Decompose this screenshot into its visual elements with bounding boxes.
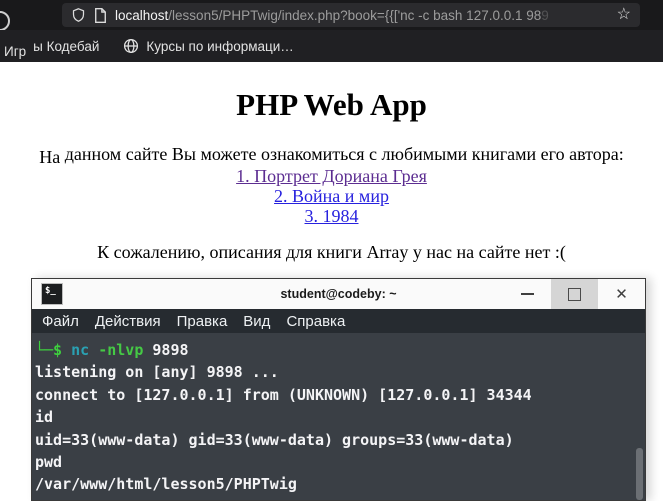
bookmark-label-part2: ы Кодебай — [33, 38, 100, 54]
globe-icon — [124, 38, 139, 54]
terminal-menubar: Файл Действия Правка Вид Справка — [32, 309, 645, 333]
screenshot-root: localhost/lesson5/PHPTwig/index.php?book… — [0, 0, 663, 501]
clipped-toolbar-icon — [0, 11, 10, 31]
intro-text-part1: На — [39, 147, 61, 167]
command-port: 9898 — [152, 341, 189, 359]
book-link-2[interactable]: 2. Война и мир — [0, 186, 663, 206]
bookmark-label: Курсы по информаци… — [146, 38, 294, 54]
terminal-line: /var/www/html/lesson5/PHPTwig — [35, 475, 297, 494]
book-link-1[interactable]: 1. Портрет Дориана Грея — [0, 166, 663, 186]
bookmark-label-part1: Игр — [4, 43, 27, 59]
terminal-titlebar[interactable]: $_ student@codeby: ~ ✕ — [32, 279, 645, 309]
terminal-line: connect to [127.0.0.1] from (UNKNOWN) [1… — [35, 385, 532, 404]
page-info-icon[interactable] — [94, 7, 107, 23]
terminal-app-icon: $_ — [41, 283, 63, 305]
terminal-scrollbar-thumb[interactable] — [636, 448, 643, 500]
terminal-window: $_ student@codeby: ~ ✕ Файл Действия Пра… — [31, 278, 646, 501]
bookmark-item-kodebay[interactable]: Игр ы Кодебай — [4, 38, 100, 59]
browser-toolbar: localhost/lesson5/PHPTwig/index.php?book… — [0, 0, 663, 31]
book-link-list: 1. Портрет Дориана Грея 2. Война и мир 3… — [0, 166, 663, 226]
menu-view[interactable]: Вид — [243, 313, 270, 330]
terminal-line: id — [35, 408, 54, 427]
page-title: PHP Web App — [236, 87, 427, 122]
terminal-line: pwd — [35, 453, 63, 472]
terminal-line: listening on [any] 9898 ... — [35, 363, 279, 382]
shell-prompt: └─$ — [35, 341, 72, 359]
close-icon: ✕ — [615, 285, 628, 303]
address-bar[interactable]: localhost/lesson5/PHPTwig/index.php?book… — [62, 3, 640, 27]
url-host: localhost — [115, 7, 169, 23]
menu-help[interactable]: Справка — [286, 313, 345, 330]
menu-file[interactable]: Файл — [42, 313, 79, 330]
bookmark-star-icon[interactable]: ☆ — [617, 7, 631, 23]
terminal-output[interactable]: └─$ nc -nlvp 9898 listening on [any] 989… — [32, 334, 645, 500]
maximize-icon — [568, 287, 581, 301]
menu-edit[interactable]: Правка — [177, 313, 228, 330]
url-path: /lesson5/PHPTwig/index.php?book={{['nc -… — [168, 7, 542, 23]
shield-icon[interactable] — [71, 7, 86, 23]
intro-text-part2: данном сайте Вы можете ознакомиться с лю… — [60, 144, 624, 164]
command-options: -nlvp — [89, 341, 153, 359]
close-button[interactable]: ✕ — [598, 279, 645, 309]
window-controls: ✕ — [504, 279, 645, 309]
menu-actions[interactable]: Действия — [95, 313, 161, 330]
book-error-text: К сожалению, описания для книги Array у … — [97, 242, 566, 262]
terminal-line-partial: ^C — [35, 496, 645, 500]
minimize-icon — [521, 293, 534, 295]
intro-text: На данном сайте Вы можете ознакомиться с… — [0, 144, 663, 167]
book-link-3[interactable]: 3. 1984 — [0, 206, 663, 226]
maximize-button[interactable] — [551, 279, 598, 309]
bookmark-item-courses[interactable]: Курсы по информаци… — [123, 38, 294, 54]
url-truncated-char: 9 — [541, 7, 549, 23]
bookmarks-bar: Игр ы Кодебай Курсы по информаци… — [0, 30, 663, 62]
terminal-command-line: └─$ nc -nlvp 9898 — [35, 339, 645, 361]
command-name: nc — [71, 341, 90, 359]
minimize-button[interactable] — [504, 279, 551, 309]
terminal-line: uid=33(www-data) gid=33(www-data) groups… — [35, 430, 514, 449]
url-text[interactable]: localhost/lesson5/PHPTwig/index.php?book… — [115, 8, 609, 23]
